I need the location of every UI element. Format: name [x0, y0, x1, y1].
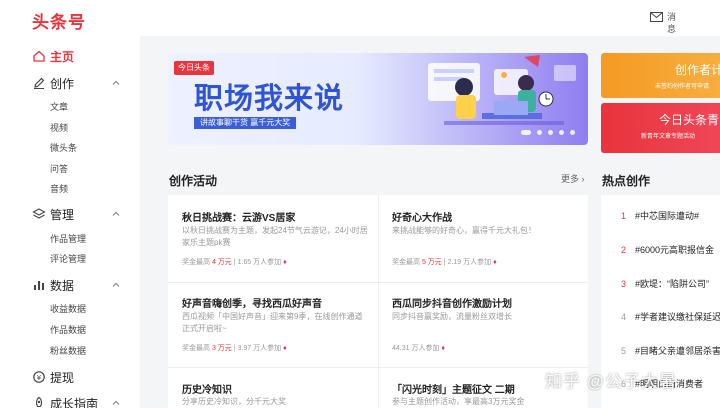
sidebar-item-label: 提现 — [50, 371, 75, 385]
banner-title: 职场我来说 — [194, 81, 345, 115]
sidebar-item-data[interactable]: 数据 — [0, 275, 140, 297]
banner-page-dot[interactable] — [537, 130, 542, 135]
activity-cards: 秋日挑战赛：云游VS居家 以秋日挑战赛为主题，发起24节气云游记，24小时居家乐… — [168, 195, 588, 408]
sidebar-item-growth[interactable]: 成长指南 — [0, 393, 140, 408]
watermark-text: 知乎 @公子大暑 — [545, 372, 677, 391]
youth-promo[interactable]: 今日头条青 新青年文章专题活动 — [601, 103, 720, 153]
pen-icon — [34, 77, 45, 89]
sidebar-subitem-work-data[interactable]: 作品数据 — [50, 323, 86, 336]
card-description: 参与主题创作活动，享最高3万元奖金 — [392, 397, 525, 406]
coin-icon: ¥ — [33, 371, 45, 383]
hot-topic-item[interactable]: 5 #目睹父亲遭邻居杀害 — [621, 344, 720, 357]
svg-text:¥: ¥ — [37, 374, 42, 382]
sidebar-subitem-works[interactable]: 作品管理 — [50, 232, 86, 245]
sidebar-item-withdraw[interactable]: ¥ 提现 — [0, 367, 140, 389]
chevron-up-icon — [112, 282, 120, 287]
bar-chart-icon — [34, 281, 44, 290]
banner-brand-tag: 今日头条 — [174, 61, 214, 75]
fire-icon: ♦ — [283, 345, 287, 352]
divider — [168, 367, 588, 368]
chevron-up-icon — [112, 211, 120, 216]
fire-icon: ♦ — [283, 259, 287, 266]
banner-page-dot[interactable] — [559, 130, 564, 135]
sidebar-subitem-comments[interactable]: 评论管理 — [50, 252, 86, 265]
chevron-up-icon — [112, 80, 120, 85]
card-description: 西瓜视频「中国好声音」迎来第9季，在线创作通道正式开启啦~ — [182, 312, 363, 333]
card-meta: 44.31 万人参加 ♦ — [392, 345, 445, 352]
sidebar-item-home[interactable]: 主页 — [0, 46, 140, 68]
divider — [378, 195, 379, 408]
sidebar-subitem-audio[interactable]: 音频 — [50, 182, 68, 195]
sidebar-subitem-revenue[interactable]: 收益数据 — [50, 302, 86, 315]
card-title: 好声音嗨创季，寻找西瓜好声音 — [182, 299, 322, 310]
rocket-icon — [35, 396, 43, 408]
card-meta: 奖金最高 4 万元 | 1.65 万人参加 ♦ — [182, 259, 287, 266]
card-description: 来挑战能够的好奇心，赢得千元大礼包！ — [392, 226, 536, 235]
card-description: 分享历史冷知识，分千元大奖 — [182, 397, 286, 406]
hot-topic-item[interactable]: 4 #学者建议缴社保延迟 — [621, 310, 720, 323]
chevron-right-icon: › — [581, 174, 585, 184]
message-button[interactable] — [650, 12, 663, 22]
activity-section-title: 创作活动 — [169, 174, 218, 188]
promo-title: 今日头条青 — [659, 113, 720, 127]
card-title: 好奇心大作战 — [392, 213, 452, 224]
top-header: 头条号 消息 — [0, 0, 720, 36]
hot-topic-item[interactable]: 3 #欧堤：“陷阱公司” — [621, 277, 709, 290]
creator-plan-promo[interactable]: 创作者计 未签约创作者可申请 — [601, 53, 720, 98]
card-meta: 奖金最高 3 万元 | 3.97 万人参加 ♦ — [182, 345, 287, 352]
card-description: 同步抖音赢奖励，流量粉丝双增长 — [392, 312, 512, 321]
chevron-up-icon — [112, 400, 120, 405]
sidebar: 主页 创作 文章 视频 微头条 问答 音频 管理 作品管理 评论管理 数据 收益… — [0, 36, 140, 408]
card-title: 秋日挑战赛：云游VS居家 — [182, 213, 296, 224]
sidebar-subitem-fans[interactable]: 粉丝数据 — [50, 344, 86, 357]
card-description: 以秋日挑战赛为主题，发起24节气云游记，24小时居家乐主题pk赛 — [182, 226, 368, 247]
more-link[interactable]: 更多 › — [561, 172, 585, 185]
sidebar-subitem-video[interactable]: 视频 — [50, 121, 68, 134]
banner-page-dot[interactable] — [521, 130, 531, 135]
more-label: 更多 — [561, 174, 580, 184]
sidebar-item-label: 主页 — [50, 50, 75, 64]
hot-topic-item[interactable]: 2 #6000元高职报信金 — [621, 243, 714, 256]
sidebar-item-label: 成长指南 — [50, 397, 99, 408]
mail-icon — [650, 12, 663, 22]
sidebar-subitem-article[interactable]: 文章 — [50, 100, 68, 113]
promo-subtitle: 新青年文章专题活动 — [641, 134, 696, 140]
home-icon — [33, 50, 45, 62]
sidebar-item-manage[interactable]: 管理 — [0, 204, 140, 226]
card-meta: 奖金最高 5 万元 | 2.19 万人参加 ♦ — [392, 259, 497, 266]
divider — [168, 282, 588, 283]
card-title: 「闪光时刻」主题征文 二期 — [392, 385, 515, 396]
sidebar-item-create[interactable]: 创作 — [0, 73, 140, 95]
banner-page-dot[interactable] — [570, 130, 575, 135]
app-logo[interactable]: 头条号 — [32, 8, 86, 33]
sidebar-item-label: 创作 — [50, 77, 75, 91]
sidebar-subitem-micro-headline[interactable]: 微头条 — [50, 141, 77, 154]
sidebar-item-label: 数据 — [50, 279, 75, 293]
message-label[interactable]: 消息 — [667, 11, 677, 35]
fire-icon: ♦ — [441, 345, 445, 352]
promo-title: 创作者计 — [675, 63, 720, 77]
hot-topic-item[interactable]: 1 #中芯国际遭动# — [621, 209, 699, 222]
fire-icon: ♦ — [493, 259, 497, 266]
banner-page-dot[interactable] — [548, 130, 553, 135]
promo-subtitle: 未签约创作者可申请 — [655, 84, 710, 90]
banner-subtitle: 讲故事聊干货 赢千元大奖 — [194, 117, 297, 129]
sidebar-subitem-qa[interactable]: 问答 — [50, 162, 68, 175]
hot-section-title: 热点创作 — [602, 174, 651, 188]
card-title: 历史冷知识 — [182, 385, 232, 396]
sidebar-item-label: 管理 — [50, 208, 75, 222]
layers-icon — [32, 208, 46, 219]
card-title: 西瓜同步抖音创作激励计划 — [392, 299, 512, 310]
